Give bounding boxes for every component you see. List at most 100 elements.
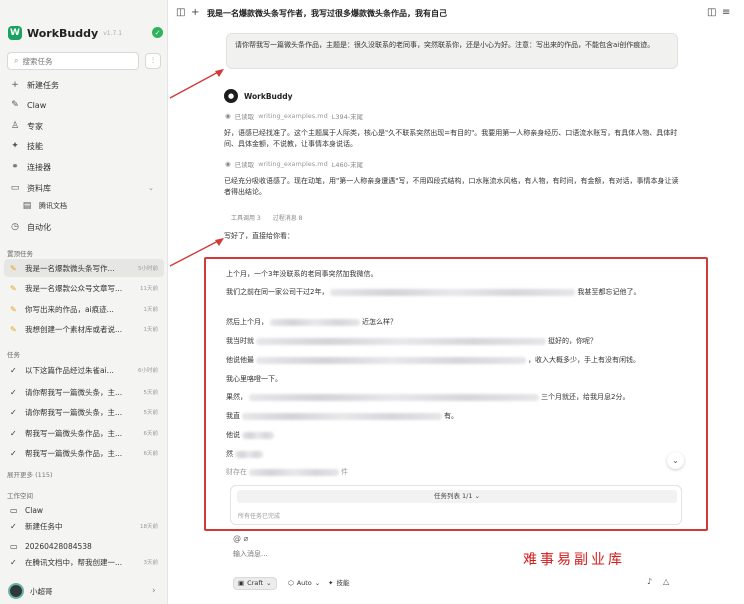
nav-library[interactable]: ▭ 资料库 ⌄	[4, 179, 164, 197]
menu-icon[interactable]: ≡	[722, 7, 730, 18]
nav-skills[interactable]: ✦ 技能	[4, 137, 164, 155]
pinned-task-item[interactable]: ✎ 我是一名爆款公众号文章写... 11天前	[4, 279, 164, 297]
user-profile[interactable]: 小超哥	[8, 583, 53, 599]
chevron-right-icon[interactable]: ›	[152, 586, 156, 596]
task-time: 5天前	[143, 410, 159, 416]
user-name: 小超哥	[30, 586, 53, 596]
workspace-time: 3天前	[143, 560, 159, 566]
story-text: 我心里咯噔一下。	[226, 375, 282, 383]
task-title: 我想创建一个素材库或者说...	[25, 324, 123, 334]
sidebar-toggle-icon[interactable]: ◫	[176, 7, 185, 18]
search-box[interactable]: ⌕	[7, 52, 139, 70]
chevron-down-icon: ⌄	[314, 579, 321, 587]
search-icon: ⌕	[14, 56, 19, 65]
task-time: 6天前	[143, 431, 159, 437]
task-item[interactable]: ✓ 帮我写一篇微头条作品，主... 6天前	[4, 444, 164, 462]
folder-icon: ▭	[10, 505, 18, 515]
pin-icon: ✎	[10, 263, 17, 273]
expand-more-link[interactable]: 展开更多 (115)	[7, 469, 53, 479]
response-paragraph-1: 好，语感已经找准了。这个主题属于人际类，核心是"久不联系突然出现=有目的"。我要…	[224, 129, 678, 148]
search-input[interactable]	[22, 56, 133, 66]
task-list-status: 所有任务已完成	[238, 513, 281, 520]
story-text: 挺好的，你呢？	[548, 337, 597, 345]
paperclip-icon[interactable]: ⌀	[244, 534, 249, 543]
pin-icon: ✎	[10, 283, 17, 293]
mention-icon[interactable]: @	[233, 534, 241, 543]
story-text: 他说他最	[226, 356, 254, 364]
tasks-section-title: 任务	[7, 351, 20, 359]
read-file: writing_examples.md	[258, 160, 328, 168]
skills-button[interactable]: ✦ 技能	[324, 577, 353, 590]
story-line: 我当时就 挺好的，你呢？	[226, 336, 597, 346]
brand-version: v1.7.1	[103, 29, 123, 37]
craft-mode-button[interactable]: ▣ Craft ⌄	[233, 577, 277, 590]
workspace-title: 在腾讯文档中，帮我创建一...	[25, 557, 123, 567]
nav-connector[interactable]: ⚭ 连接器	[4, 158, 164, 176]
task-title: 以下这篇作品经过朱雀ai...	[25, 365, 114, 375]
message-input[interactable]	[233, 550, 533, 558]
story-text: 果然，	[226, 393, 247, 401]
story-line: 我直 有。	[226, 411, 458, 421]
nav-expert[interactable]: ♙ 专家	[4, 117, 164, 135]
scroll-down-button[interactable]: ⌄	[667, 452, 684, 469]
bot-name: WorkBuddy	[244, 91, 293, 101]
task-list-panel: 任务列表 1/1 ⌄ 所有任务已完成	[230, 485, 682, 525]
blurred-text	[270, 318, 360, 326]
file-read-indicator[interactable]: ◉ 已读取 writing_examples.md L394-末尾	[225, 111, 363, 121]
arrow-to-prompt	[169, 69, 223, 99]
pinned-task-item[interactable]: ✎ 我想创建一个素材库或者说... 1天前	[4, 320, 164, 338]
task-title: 我是一名爆款微头条写作...	[25, 263, 115, 273]
task-item[interactable]: ✓ 请你帮我写一篇微头条，主... 5天前	[4, 383, 164, 401]
nav-claw[interactable]: ✎ Claw	[4, 96, 164, 114]
workspace-item[interactable]: ✓ 新建任务中 18天前	[4, 517, 164, 535]
tab-process-messages[interactable]: 过程消息 8	[273, 213, 303, 222]
filter-button[interactable]: ⫶	[145, 53, 161, 69]
workbuddy-logo-icon: W	[8, 26, 22, 40]
story-text: ，收入大概多少，手上有没有闲钱。	[528, 356, 640, 364]
workspace-title: 新建任务中	[25, 521, 63, 531]
task-item[interactable]: ✓ 帮我写一篇微头条作品，主... 6天前	[4, 424, 164, 442]
connector-icon: ⚭	[11, 162, 19, 172]
check-icon: ✓	[10, 387, 17, 397]
story-line: 然后上个月， 近怎么样？	[226, 317, 397, 327]
task-time: 6天前	[143, 451, 159, 457]
pinned-task-item[interactable]: ✎ 我是一名爆款微头条写作... 5小时前	[4, 259, 164, 277]
status-check-icon: ✓	[152, 27, 163, 38]
story-text: 我当时就	[226, 337, 254, 345]
workspace-item[interactable]: ✓ 在腾讯文档中，帮我创建一... 3天前	[4, 553, 164, 571]
library-icon: ▭	[10, 183, 20, 193]
task-list-toggle[interactable]: 任务列表 1/1 ⌄	[237, 490, 677, 503]
microphone-icon[interactable]: ♪	[647, 577, 652, 586]
user-prompt-bubble: 请你帮我写一篇微头条作品，主题是：很久没联系的老同事，突然联系你，还是小心为好。…	[226, 33, 678, 69]
task-title: 你写出来的作品，ai痕迹...	[25, 304, 114, 314]
response-paragraph-2: 已经充分吸收语感了。现在动笔，用"第一人称亲身遭遇"写，不用四段式结构，口水账流…	[224, 177, 679, 196]
user-prompt-text: 请你帮我写一篇微头条作品，主题是：很久没联系的老同事，突然联系你，还是小心为好。…	[235, 41, 655, 49]
pinned-task-item[interactable]: ✎ 你写出来的作品，ai痕迹... 1天前	[4, 300, 164, 318]
story-text: 然	[226, 450, 233, 458]
new-tab-icon[interactable]: +	[191, 7, 199, 18]
task-item[interactable]: ✓ 请你帮我写一篇微头条，主... 5天前	[4, 403, 164, 421]
craft-label: Craft	[247, 579, 264, 587]
nav-new-task[interactable]: + 新建任务	[4, 76, 164, 94]
story-text: 上个月，一个3年没联系的老同事突然加我微信。	[226, 270, 378, 278]
skill-icon: ✦	[11, 141, 19, 151]
send-icon[interactable]: △	[663, 577, 669, 586]
file-read-indicator[interactable]: ◉ 已读取 writing_examples.md L460-末尾	[225, 159, 363, 169]
bot-header: ● WorkBuddy	[224, 89, 293, 103]
model-select[interactable]: ⬡ Auto ⌄	[284, 577, 324, 590]
layout-icon[interactable]: ◫	[707, 7, 716, 18]
claw-icon: ✎	[11, 100, 19, 110]
expert-icon: ♙	[10, 121, 20, 131]
pinned-section-title: 置顶任务	[7, 250, 33, 258]
task-time: 5天前	[143, 390, 159, 396]
tab-tool-calls[interactable]: 工具调用 3	[231, 213, 261, 222]
nav-automation[interactable]: ◷ 自动化	[4, 218, 164, 236]
nav-tencent-docs[interactable]: ▤ 腾讯文档	[4, 197, 164, 215]
blurred-text	[256, 356, 526, 364]
story-line: 果然， 三个月就还，给我月息2分。	[226, 392, 629, 402]
check-icon: ✓	[10, 521, 17, 531]
check-icon: ✓	[10, 365, 17, 375]
blurred-text	[242, 412, 442, 420]
task-item[interactable]: ✓ 以下这篇作品经过朱雀ai... 6小时前	[4, 361, 164, 379]
story-highlight-box: 上个月，一个3年没联系的老同事突然加我微信。 我们之前在同一家公司干过2年， 我甚…	[204, 257, 708, 531]
